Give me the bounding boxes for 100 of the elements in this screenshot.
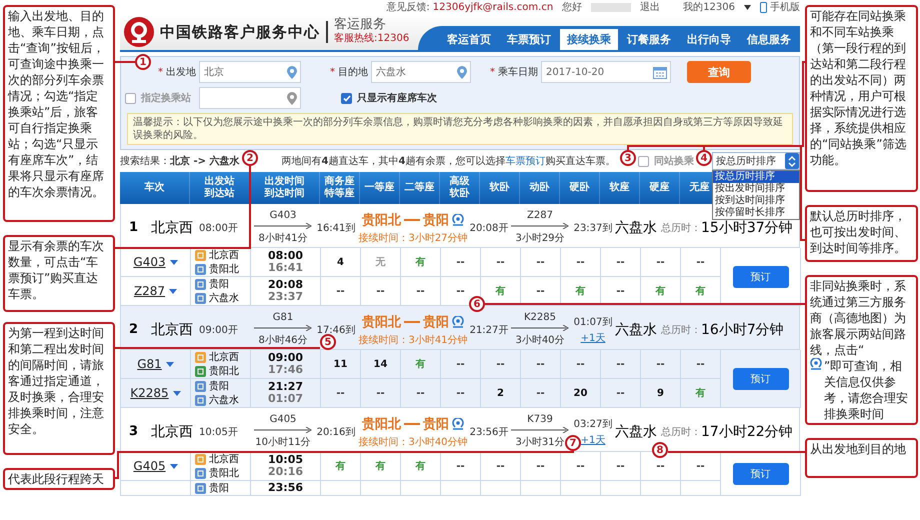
duration: 3小时40分 xyxy=(515,334,565,347)
seat-availability: -- xyxy=(336,388,345,398)
annotation-text: ”即可查询，相关信息仅供参考，请您合理安排换乘时间 xyxy=(824,358,909,422)
seat-availability: -- xyxy=(576,358,585,370)
nav-tab[interactable]: 接续换乘 xyxy=(560,29,618,50)
row-number: 3 xyxy=(129,424,138,439)
map-pin-icon[interactable] xyxy=(452,316,464,328)
column-header: 动卧 xyxy=(530,182,550,194)
duration: 3小时31分 xyxy=(515,436,565,449)
duration: 3小时29分 xyxy=(515,232,565,245)
column-header: 软卧 xyxy=(490,182,510,194)
results-label: 搜索结果： xyxy=(120,154,170,168)
nav-tab[interactable]: 出行向导 xyxy=(680,29,738,50)
seat-availability: -- xyxy=(416,388,425,398)
connector-line xyxy=(404,422,420,424)
seat-availability: 4 xyxy=(337,256,344,268)
callout-marker: 1 xyxy=(135,54,151,70)
seat-availability: -- xyxy=(576,256,585,268)
field-label: 目的地 xyxy=(338,66,368,79)
map-pin-icon[interactable] xyxy=(452,418,464,430)
checkbox[interactable] xyxy=(341,92,352,104)
map-pin-icon[interactable] xyxy=(810,358,822,370)
arrive-time: 20:16到 xyxy=(316,426,356,438)
depart-time: 10:05开 xyxy=(199,426,238,438)
feedback-label: 意见反馈: xyxy=(386,0,430,14)
arrive-time: 20:16 xyxy=(268,466,303,478)
column-header: 硬卧 xyxy=(570,182,590,194)
transfer-wait: 接续时间：3小时41分钟 xyxy=(358,334,468,346)
duration: 8小时41分 xyxy=(258,232,308,245)
logout-link[interactable]: 退出 xyxy=(640,0,660,14)
seat-availability: -- xyxy=(456,256,465,268)
train-code: G81 xyxy=(272,312,294,323)
seat-availability: -- xyxy=(576,460,585,472)
annotation-note: 可能存在同站换乘和不同车站换乘（第一段行程的到达站和第二段行程的出发站不同）两种情况，用户可根据实际情况进行选择，系统提供相应的“同站换乘”筛选功能。 xyxy=(805,5,918,192)
destination-field[interactable]: 六盘水 xyxy=(371,61,471,83)
seat-availability: -- xyxy=(616,460,625,472)
logo xyxy=(124,17,154,47)
date-field[interactable]: 2017-10-20 xyxy=(541,61,671,83)
next-day-link[interactable]: +1天 xyxy=(580,432,606,446)
seat-availability: 有 xyxy=(496,284,506,298)
booking-link[interactable]: 车票预订 xyxy=(505,156,546,167)
transfer-wait: 接续时间：3小时27分钟 xyxy=(358,232,468,244)
map-pin-icon[interactable] xyxy=(452,214,464,226)
book-button[interactable]: 预订 xyxy=(732,368,788,390)
mobile-link[interactable]: 手机版 xyxy=(770,0,800,14)
arrow-icon xyxy=(511,427,569,433)
origin-field[interactable]: 北京 xyxy=(199,61,301,83)
checkbox[interactable] xyxy=(125,92,136,104)
train-code-link[interactable]: K2285 xyxy=(130,386,169,400)
account-menu[interactable]: 我的12306 xyxy=(683,0,735,14)
train-code-link[interactable]: Z287 xyxy=(134,284,166,298)
seat-availability: -- xyxy=(536,460,545,472)
hotline: 客服热线:12306 xyxy=(334,32,410,46)
depart-time: 23:56开 xyxy=(470,426,508,438)
train-code: K2285 xyxy=(524,312,556,323)
station-name: 北京西 xyxy=(151,422,193,440)
transfer-station-field[interactable] xyxy=(199,87,301,109)
arrow-icon xyxy=(254,427,312,433)
book-button[interactable]: 预订 xyxy=(732,266,788,288)
train-code-link[interactable]: G405 xyxy=(133,459,166,473)
seat-availability: 9 xyxy=(657,388,664,398)
nav-tab[interactable]: 车票预订 xyxy=(500,29,558,50)
train-code-link[interactable]: G81 xyxy=(137,357,162,371)
train-code: K739 xyxy=(527,414,553,425)
seat-availability: 有 xyxy=(376,460,386,473)
notice-text: 温馨提示：以下仅为您展示途中换乘一次的部分列车余票信息，购票时请您充分考虑各种影响换乘的因素，并自愿承担因自身或第三方等原因导致延误换乘的风险。 xyxy=(127,113,793,145)
depart-time: 08:00开 xyxy=(199,222,238,234)
arrow-icon xyxy=(511,223,569,229)
train-code-link[interactable]: G403 xyxy=(133,255,166,269)
location-pin-icon xyxy=(287,66,297,78)
required-mark: * xyxy=(158,66,163,78)
seat-availability: -- xyxy=(496,460,505,472)
column-header: 出发站到达站 xyxy=(204,176,234,200)
transfer-station: 贵阳 xyxy=(423,416,449,432)
checkbox-label: 指定换乘站 xyxy=(141,91,191,105)
transfer-station: 贵阳 xyxy=(423,314,449,330)
checkbox-label: 同站换乘 xyxy=(654,154,694,168)
station-name: 贵阳北 xyxy=(209,466,239,480)
seat-availability: 有 xyxy=(416,460,426,473)
total-duration: 15小时37分钟 xyxy=(701,218,793,236)
station-name: 北京西 xyxy=(151,320,193,338)
greeting: 您好 xyxy=(562,1,582,14)
annotation-note: 默认总历时排序，也可按出发时间、到达时间等排序。 xyxy=(805,205,918,262)
row-number: 2 xyxy=(129,322,138,337)
caret-icon[interactable] xyxy=(744,4,751,10)
nav-tab[interactable]: 信息服务 xyxy=(740,29,798,50)
seat-availability: -- xyxy=(496,358,505,370)
book-button[interactable]: 预订 xyxy=(732,462,788,484)
sort-option[interactable]: 按总历时排序 xyxy=(713,171,799,183)
nav-tab[interactable]: 客运首页 xyxy=(440,29,498,50)
nav-tab[interactable]: 订餐服务 xyxy=(620,29,678,50)
field-label: 出发地 xyxy=(166,66,196,79)
next-day-link[interactable]: +1天 xyxy=(580,330,606,344)
station-name: 北京西 xyxy=(151,218,193,236)
checkbox[interactable] xyxy=(638,156,649,166)
station-name: 北京西 xyxy=(209,248,239,262)
station-name: 贵阳北 xyxy=(209,364,239,378)
arrow-icon xyxy=(254,325,312,331)
search-button[interactable]: 查询 xyxy=(687,61,751,83)
column-header: 商务座特等座 xyxy=(324,176,354,200)
